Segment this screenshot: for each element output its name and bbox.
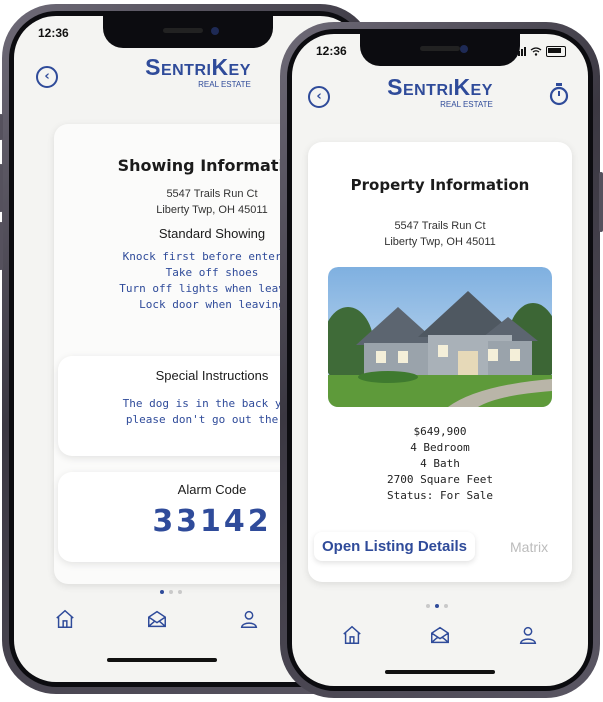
page-indicator xyxy=(160,590,182,594)
user-icon[interactable] xyxy=(517,624,539,646)
front-phone-screen: 12:36 ‹ SentriKey REAL ESTATE Property I… xyxy=(292,34,588,686)
front-phone: 12:36 ‹ SentriKey REAL ESTATE Property I… xyxy=(280,22,603,698)
volume-button xyxy=(0,164,3,212)
home-icon[interactable] xyxy=(54,608,76,630)
square-feet: 2700 Square Feet xyxy=(387,473,493,486)
power-button xyxy=(599,172,603,232)
bedrooms: 4 Bedroom xyxy=(410,441,470,454)
user-icon[interactable] xyxy=(238,608,260,630)
sentrikey-logo: SentriKey REAL ESTATE xyxy=(145,54,251,90)
notch xyxy=(103,16,273,48)
baths: 4 Bath xyxy=(420,457,460,470)
tab-bar xyxy=(292,624,588,646)
logo-brand: SentriKey xyxy=(145,54,251,80)
mail-icon[interactable] xyxy=(429,624,451,646)
sentrikey-logo: SentriKey REAL ESTATE xyxy=(387,74,493,110)
timer-icon[interactable] xyxy=(548,82,570,106)
logo-subtitle: REAL ESTATE xyxy=(440,100,493,109)
page-indicator xyxy=(426,604,448,608)
logo-brand: SentriKey xyxy=(387,74,493,100)
home-icon[interactable] xyxy=(341,624,363,646)
notch xyxy=(360,34,520,66)
side-button xyxy=(0,114,3,140)
status-icons xyxy=(515,46,566,57)
property-photo xyxy=(328,267,552,407)
back-icon[interactable]: ‹ xyxy=(36,66,58,88)
wifi-icon xyxy=(530,47,542,56)
home-indicator[interactable] xyxy=(107,658,217,662)
page-title: Property Information xyxy=(350,176,530,194)
back-icon[interactable]: ‹ xyxy=(308,86,330,108)
volume-button xyxy=(0,222,3,270)
address-line-2: Liberty Twp, OH 45011 xyxy=(384,236,496,248)
mail-icon[interactable] xyxy=(146,608,168,630)
status-time: 12:36 xyxy=(316,44,347,58)
status-time: 12:36 xyxy=(38,26,69,40)
battery-icon xyxy=(546,46,566,57)
listing-status: Status: For Sale xyxy=(387,489,493,502)
home-indicator[interactable] xyxy=(385,670,495,674)
matrix-link[interactable]: Matrix xyxy=(510,539,548,555)
address-line-1: 5547 Trails Run Ct xyxy=(394,220,486,232)
price: $649,900 xyxy=(413,425,467,438)
open-listing-button[interactable]: Open Listing Details xyxy=(314,532,476,561)
logo-subtitle: REAL ESTATE xyxy=(198,80,251,89)
